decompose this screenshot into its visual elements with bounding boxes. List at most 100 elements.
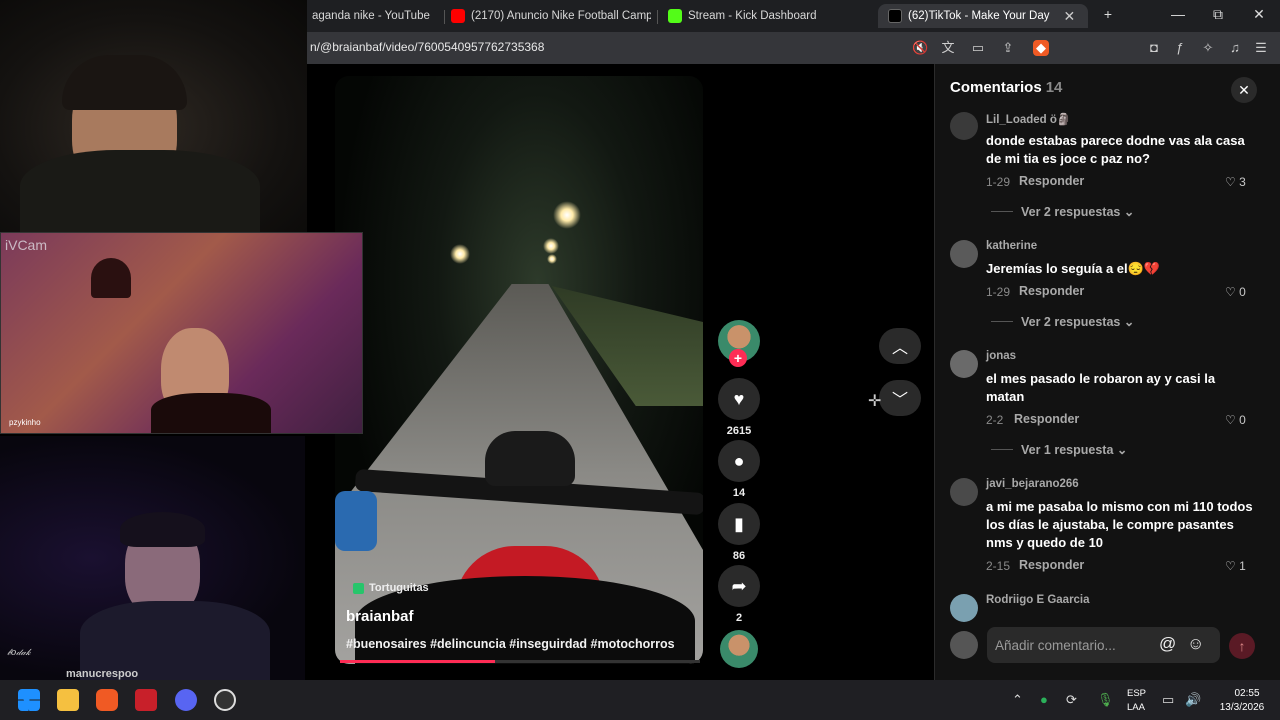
video-streetlight xyxy=(553,201,581,229)
tab-separator xyxy=(444,10,445,24)
discord-icon[interactable] xyxy=(175,689,197,711)
clock-time[interactable]: 02:55 xyxy=(1222,688,1272,699)
tiktok-icon xyxy=(888,9,902,23)
webcam-hair xyxy=(62,55,187,110)
webcam-overlay-1 xyxy=(0,0,307,232)
share-arrow-icon[interactable]: ➦ xyxy=(718,565,760,607)
webcam-overlay-2: iVCam pzykinho xyxy=(0,232,363,434)
video-author[interactable]: braianbaf xyxy=(346,608,414,625)
music-disc-button[interactable] xyxy=(717,630,761,668)
view-replies-button[interactable]: Ver 2 respuestas ⌄ xyxy=(991,204,1134,219)
tab-title: (62)TikTok - Make Your Day xyxy=(908,10,1050,22)
bookmark-icon[interactable]: ▮ xyxy=(718,503,760,545)
close-window-button[interactable]: ✕ xyxy=(1244,6,1274,23)
send-comment-button[interactable]: ↑ xyxy=(1229,633,1255,659)
url-field[interactable]: n/@braianbaf/video/7600540957762735368 xyxy=(310,40,544,54)
mouse-cursor-icon: ✛ xyxy=(868,393,882,410)
tab-kick-dashboard[interactable]: Stream - Kick Dashboard xyxy=(668,4,868,28)
comment-user[interactable]: katherine xyxy=(986,240,1037,252)
minimize-button[interactable]: — xyxy=(1163,6,1193,22)
emoji-icon[interactable]: ☺ xyxy=(1187,634,1204,654)
brave-shield-icon[interactable]: ◆ xyxy=(1033,40,1049,56)
mention-icon[interactable]: @ xyxy=(1159,634,1176,654)
tab-youtube-nike[interactable]: aganda nike - YouTube xyxy=(312,4,442,28)
comment-user[interactable]: Lil_Loaded ö🗿 xyxy=(986,112,1071,126)
comment-user[interactable]: javi_bejarano266 xyxy=(986,478,1079,490)
heart-icon[interactable]: ♥ xyxy=(718,378,760,420)
save-count: 86 xyxy=(732,550,746,562)
comment-date: 1-29 xyxy=(986,285,1011,299)
video-progress-bar[interactable] xyxy=(340,660,700,663)
view-replies-button[interactable]: Ver 2 respuestas ⌄ xyxy=(991,314,1134,329)
close-comments-button[interactable]: ✕ xyxy=(1231,77,1257,103)
avatar[interactable] xyxy=(950,240,978,268)
avatar[interactable] xyxy=(950,478,978,506)
sound-tag-label: Tortuguitas xyxy=(369,582,429,594)
windows-taskbar: ⌃ ● ⟳ 🎙 ESP LAA ▭ 🔊 02:55 13/3/2026 xyxy=(0,680,1280,720)
music-icon[interactable]: ♫ xyxy=(1227,40,1243,56)
brave-browser-icon[interactable] xyxy=(96,689,118,711)
location-icon xyxy=(353,582,364,594)
comment-like-button[interactable]: ♡ 0 xyxy=(1225,413,1246,427)
share-action: ➦ 2 xyxy=(717,565,761,624)
comment-like-button[interactable]: ♡ 0 xyxy=(1225,285,1246,299)
comment-icon[interactable]: ● xyxy=(718,440,760,482)
microphone-icon[interactable]: 🎙 xyxy=(1097,692,1114,708)
video-streetlight xyxy=(543,238,559,254)
maximize-button[interactable]: ⧉ xyxy=(1203,6,1233,23)
tray-app-icon[interactable]: ● xyxy=(1040,692,1048,707)
mute-icon[interactable]: 🔇 xyxy=(912,40,928,56)
reply-button[interactable]: Responder xyxy=(1014,412,1079,426)
reply-button[interactable]: Responder xyxy=(1019,558,1084,572)
divider xyxy=(991,449,1013,450)
comment-user[interactable]: Rodriigo E Gaarcia xyxy=(986,594,1090,606)
sound-tag[interactable]: Tortuguitas xyxy=(353,582,429,594)
streamer-name-label: manucrespoo xyxy=(66,668,139,680)
next-video-button[interactable]: ﹀ xyxy=(879,380,921,416)
extension-icon[interactable]: ◘ xyxy=(1146,40,1162,56)
video-hashtags[interactable]: #buenosaires #delincuncia #inseguirdad #… xyxy=(346,637,675,651)
tab-title: aganda nike - YouTube xyxy=(312,10,430,22)
comment-like-button[interactable]: ♡ 1 xyxy=(1225,559,1246,573)
script-icon[interactable]: ƒ xyxy=(1172,40,1188,56)
view-replies-label: Ver 2 respuestas xyxy=(1021,314,1121,329)
reply-button[interactable]: Responder xyxy=(1019,174,1084,188)
windows-start-icon[interactable] xyxy=(18,689,40,711)
tab-close-icon[interactable]: ✕ xyxy=(1063,8,1075,25)
tab-tiktok[interactable]: (62)TikTok - Make Your Day ✕ xyxy=(878,4,1088,28)
sync-icon[interactable]: ⟳ xyxy=(1066,692,1077,708)
comments-count: 14 xyxy=(1045,79,1063,96)
volume-icon[interactable]: 🔊 xyxy=(1185,692,1201,708)
obs-icon[interactable] xyxy=(214,689,236,711)
comment-like-button[interactable]: ♡ 3 xyxy=(1225,175,1246,189)
follow-button[interactable]: + xyxy=(729,349,747,367)
avatar[interactable] xyxy=(950,112,978,140)
cast-icon[interactable]: ▭ xyxy=(970,40,986,56)
puzzle-icon[interactable]: ✧ xyxy=(1200,40,1216,56)
keyboard-layout[interactable]: LAA xyxy=(1127,702,1145,713)
tab-title: (2170) Anuncio Nike Football Campa xyxy=(471,10,651,22)
avatar[interactable] xyxy=(950,350,978,378)
chevron-down-icon: ⌄ xyxy=(1123,315,1135,329)
avatar[interactable] xyxy=(950,594,978,622)
comment-date: 2-15 xyxy=(986,559,1011,573)
reply-button[interactable]: Responder xyxy=(1019,284,1084,298)
comment-date: 2-2 xyxy=(986,413,1004,427)
monitor-icon[interactable]: ▭ xyxy=(1162,692,1174,708)
translate-icon[interactable]: 文 xyxy=(940,40,956,56)
video-player[interactable] xyxy=(335,76,703,664)
share-icon[interactable]: ⇪ xyxy=(1000,40,1016,56)
tab-youtube-anuncio[interactable]: (2170) Anuncio Nike Football Campa xyxy=(451,4,651,28)
chevron-up-icon[interactable]: ⌃ xyxy=(1012,692,1023,708)
view-replies-button[interactable]: Ver 1 respuesta ⌄ xyxy=(991,442,1127,457)
voicemeeter-icon[interactable] xyxy=(135,689,157,711)
comment-input[interactable] xyxy=(987,627,1220,663)
keyboard-language[interactable]: ESP xyxy=(1127,688,1146,699)
comment-user[interactable]: jonas xyxy=(986,350,1016,362)
menu-icon[interactable]: ☰ xyxy=(1253,40,1269,56)
previous-video-button[interactable]: ︿ xyxy=(879,328,921,364)
new-tab-button[interactable]: + xyxy=(1093,6,1123,22)
video-streetlight xyxy=(547,254,557,264)
clock-date[interactable]: 13/3/2026 xyxy=(1212,702,1272,713)
file-explorer-icon[interactable] xyxy=(57,689,79,711)
